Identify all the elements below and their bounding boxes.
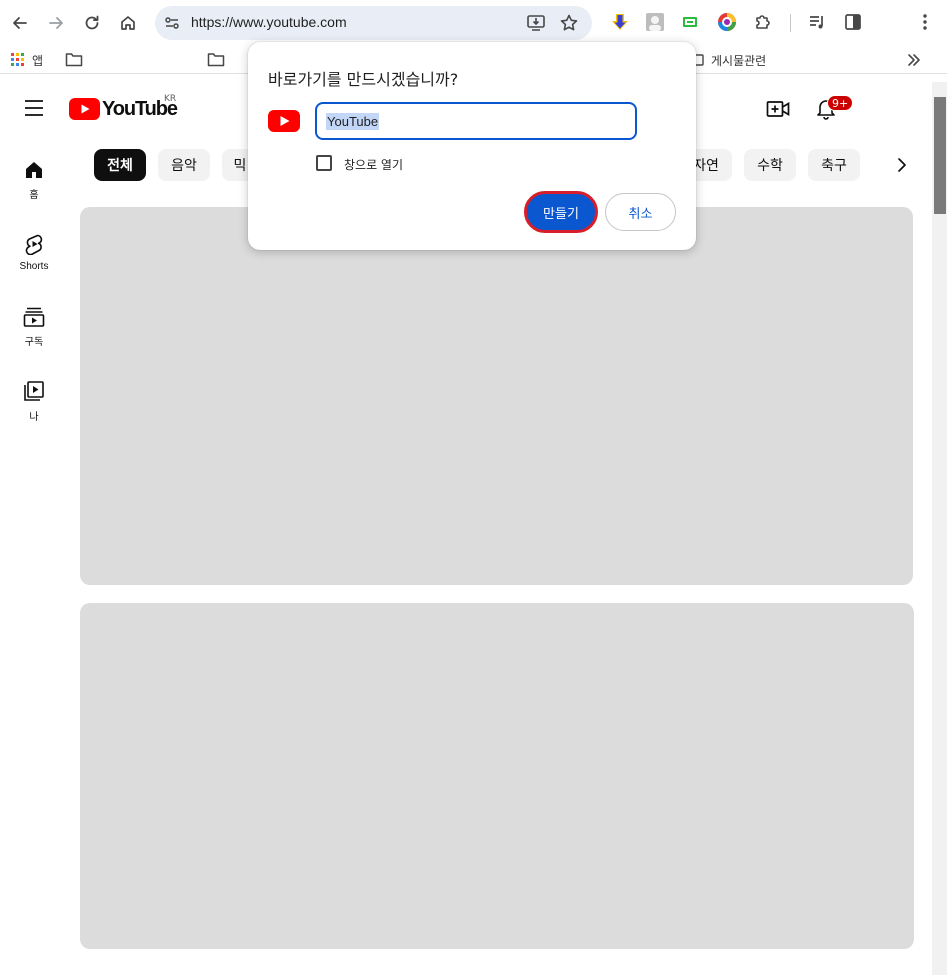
guide-label: 홈 [29,190,39,201]
screen-extension-icon[interactable] [681,13,699,31]
chip-math[interactable]: 수학 [744,149,796,181]
youtube-logo[interactable]: YouTube [69,97,178,121]
browser-toolbar: https://www.youtube.com [0,0,947,46]
guide-label: Shorts [19,261,49,272]
home-icon [121,16,135,30]
guide-item-subscriptions[interactable]: 구독 [10,307,58,348]
cancel-button[interactable]: 취소 [605,193,676,231]
dialog-title: 바로가기를 만드시겠습니까? [268,70,459,89]
toolbar-divider [790,14,791,32]
chip-all[interactable]: 전체 [94,149,146,181]
address-bar[interactable]: https://www.youtube.com [155,6,592,40]
more-menu-icon[interactable] [915,12,935,32]
folder-icon[interactable] [207,52,225,67]
open-as-window-checkbox[interactable] [316,155,332,171]
notification-badge: 9+ [827,95,854,111]
shorts-icon [25,234,43,255]
back-button[interactable] [6,9,34,37]
site-info-icon[interactable] [163,14,181,32]
youtube-play-icon [69,98,100,120]
guide-item-home[interactable]: 홈 [10,160,58,201]
create-video-icon[interactable] [766,99,790,119]
profile-extension-icon[interactable] [645,12,665,32]
hamburger-menu-icon[interactable] [24,99,44,117]
home-icon [26,162,42,178]
reload-icon [85,15,99,30]
board-bookmark[interactable]: 게시물관련 [711,52,766,69]
apps-bookmark[interactable]: 앱 [32,52,43,69]
shortcut-name-value: YouTube [326,112,380,130]
video-placeholder[interactable] [80,207,913,585]
shortcut-name-input[interactable]: YouTube [315,102,637,140]
download-extension-icon[interactable] [610,12,630,32]
youtube-favicon-icon [268,110,300,132]
create-button[interactable]: 만들기 [524,191,598,233]
folder-icon[interactable] [65,52,83,67]
bookmark-star-icon[interactable] [559,13,579,33]
back-arrow-icon [13,17,27,29]
extensions-puzzle-icon[interactable] [753,12,773,32]
side-panel-icon[interactable] [843,12,863,32]
color-extension-icon[interactable] [717,12,737,32]
install-app-icon[interactable] [526,13,546,33]
region-code: KR [164,94,177,104]
reload-button[interactable] [78,9,106,37]
guide-item-you[interactable]: 나 [10,380,58,423]
chevron-double-right-icon[interactable] [907,53,921,67]
guide-label: 나 [29,412,39,423]
chip-music[interactable]: 음악 [158,149,210,181]
apps-grid-icon[interactable] [11,53,24,66]
video-placeholder[interactable] [80,603,914,949]
forward-arrow-icon [49,17,63,29]
forward-button[interactable] [42,9,70,37]
scrollbar-track[interactable] [932,82,947,975]
open-as-window-label[interactable]: 창으로 열기 [344,156,403,173]
guide-item-shorts[interactable]: Shorts [10,233,58,272]
you-icon [24,381,44,401]
create-shortcut-dialog: 바로가기를 만드시겠습니까? YouTube 창으로 열기 만들기 취소 [248,42,696,250]
subscriptions-icon [23,307,45,327]
url-text[interactable]: https://www.youtube.com [191,14,347,30]
chip-soccer[interactable]: 축구 [808,149,860,181]
chevron-right-icon[interactable] [894,157,910,173]
scrollbar-thumb[interactable] [934,97,946,214]
media-control-icon[interactable] [807,12,827,32]
guide-label: 구독 [24,337,44,348]
home-button[interactable] [114,9,142,37]
